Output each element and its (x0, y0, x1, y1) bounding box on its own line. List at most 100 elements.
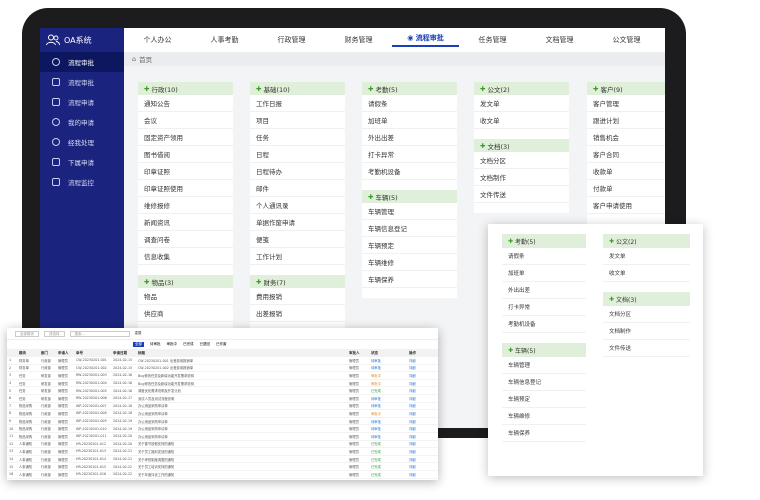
workflow-link[interactable]: 收文单 (603, 265, 690, 282)
workflow-link[interactable]: 印章证照使用 (138, 180, 233, 197)
detail-link[interactable]: 详细 (409, 419, 434, 424)
workflow-link[interactable]: 印章证照 (138, 163, 233, 180)
workflow-link[interactable]: 出差报销 (250, 305, 345, 322)
workflow-link[interactable]: 销售机会 (587, 129, 665, 146)
table-row[interactable]: 10 物品采购 行政部 管理员 WP-20230201-010 2024-02-19 办公用… (7, 425, 438, 433)
workflow-link[interactable]: 外出出差 (362, 129, 457, 146)
sidebar-item-workflow-approval-header[interactable]: 流程审批 (40, 52, 124, 72)
table-row[interactable]: 12 人事通知 行政部 管理员 HR-20230201-012 2024-02-20 关于春… (7, 441, 438, 449)
workflow-link[interactable]: 客户管理 (587, 95, 665, 112)
table-row[interactable]: 13 人事通知 行政部 管理员 HR-20230201-013 2024-02-21 关于员… (7, 448, 438, 456)
nav-document-management[interactable]: 文档管理 (526, 35, 593, 45)
workflow-link[interactable]: 个人通讯录 (250, 197, 345, 214)
table-row[interactable]: 6 任务 研发部 管理员 RW-20230201-006 2024-02-17 测试人员及测… (7, 395, 438, 403)
workflow-link[interactable]: 会议 (138, 112, 233, 129)
workflow-link[interactable]: 工作日报 (250, 95, 345, 112)
table-row[interactable]: 1 财务单 行政部 管理员 CW-20230201-001 2024-02-15 CW-20… (7, 357, 438, 365)
workflow-link[interactable]: 收款单 (587, 163, 665, 180)
detail-link[interactable]: 详细 (409, 365, 434, 370)
workflow-link[interactable]: 车辆保养 (362, 271, 457, 288)
table-row[interactable]: 17人事通知行政部管理员HR-20230201-0172024-02-23关于办… (7, 479, 438, 481)
reset-button[interactable]: 重置 (135, 331, 142, 336)
workflow-link[interactable]: 通知公告 (138, 95, 233, 112)
sidebar-item-workflow-approval[interactable]: 流程审批 (40, 72, 124, 92)
workflow-link[interactable]: 发文单 (603, 248, 690, 265)
workflow-link[interactable]: 文档制作 (474, 169, 569, 186)
workflow-link[interactable]: 文件传送 (474, 186, 569, 203)
workflow-link[interactable]: 发文单 (474, 95, 569, 112)
nav-finance[interactable]: 财务管理 (325, 35, 392, 45)
detail-link[interactable]: 详细 (409, 411, 434, 416)
detail-link[interactable]: 详细 (409, 457, 434, 462)
workflow-link[interactable]: 打卡异常 (502, 299, 586, 316)
table-tab[interactable]: 待审批 (150, 342, 161, 347)
nav-administration[interactable]: 行政管理 (258, 35, 325, 45)
sidebar-item-handled-by-me[interactable]: 经我处理 (40, 132, 124, 152)
workflow-link[interactable]: 请假条 (362, 95, 457, 112)
sidebar-item-workflow-monitor[interactable]: 流程监控 (40, 172, 124, 192)
workflow-link[interactable]: 车辆管理 (502, 357, 586, 374)
workflow-link[interactable]: 工作计划 (250, 248, 345, 265)
workflow-link[interactable]: 加班单 (362, 112, 457, 129)
table-tab[interactable]: 已退回 (200, 342, 211, 347)
workflow-link[interactable]: 项目 (250, 112, 345, 129)
detail-link[interactable]: 详细 (409, 388, 434, 393)
workflow-link[interactable]: 请假条 (502, 248, 586, 265)
workflow-link[interactable]: 日程待办 (250, 163, 345, 180)
nav-task-management[interactable]: 任务管理 (459, 35, 526, 45)
workflow-link[interactable]: 固定资产领用 (138, 129, 233, 146)
nav-workflow-approval[interactable]: ◉ 流程审批 (392, 33, 459, 47)
table-row[interactable]: 11 物品采购 行政部 管理员 WP-20230201-011 2024-02-20 办公用… (7, 433, 438, 441)
detail-link[interactable]: 详细 (409, 449, 434, 454)
table-tab[interactable]: 全部 (133, 342, 144, 347)
table-row[interactable]: 3 任务 研发部 管理员 RW-20230201-003 2024-02-16 Bug修改任… (7, 372, 438, 380)
workflow-link[interactable]: 客户合同 (587, 146, 665, 163)
workflow-link[interactable]: 车辆维修 (362, 254, 457, 271)
workflow-link[interactable]: 图书借阅 (138, 146, 233, 163)
workflow-link[interactable]: 调查问卷 (138, 231, 233, 248)
workflow-link[interactable]: 车辆管理 (362, 203, 457, 220)
table-row[interactable]: 4 任务 研发部 管理员 RW-20230201-004 2024-02-16 Bug修改任… (7, 380, 438, 388)
workflow-link[interactable]: 车辆保养 (502, 425, 586, 442)
workflow-link[interactable]: 收文单 (474, 112, 569, 129)
detail-link[interactable]: 详细 (409, 426, 434, 431)
workflow-link[interactable]: 客户申请使用 (587, 197, 665, 214)
detail-link[interactable]: 详细 (409, 441, 434, 446)
table-row[interactable]: 14 人事通知 行政部 管理员 HR-20230201-014 2024-02-21 关于考… (7, 456, 438, 464)
module-filter-select[interactable]: 全部模块 (15, 330, 39, 337)
workflow-link[interactable]: 车辆信息登记 (502, 374, 586, 391)
detail-link[interactable]: 详细 (409, 381, 434, 386)
workflow-link[interactable]: 车辆信息登记 (362, 220, 457, 237)
workflow-link[interactable]: 付款单 (587, 180, 665, 197)
workflow-link[interactable]: 文档分区 (474, 152, 569, 169)
sidebar-item-my-applications[interactable]: 我的申请 (40, 112, 124, 132)
table-tab[interactable]: 已完成 (183, 342, 194, 347)
detail-link[interactable]: 详细 (409, 434, 434, 439)
workflow-link[interactable]: 物品 (138, 288, 233, 305)
workflow-link[interactable]: 文档分区 (603, 306, 690, 323)
workflow-link[interactable]: 便笺 (250, 231, 345, 248)
table-row[interactable]: 2 财务单 行政部 管理员 CW-20230201-002 2024-02-15 CW-20… (7, 365, 438, 373)
workflow-link[interactable]: 考勤机设备 (362, 163, 457, 180)
status-filter-select[interactable]: 请选择 (44, 330, 65, 337)
search-input[interactable]: 搜索… (69, 330, 130, 337)
workflow-link[interactable]: 信息收集 (138, 248, 233, 265)
workflow-link[interactable]: 车辆预定 (362, 237, 457, 254)
table-row[interactable]: 15 人事通知 行政部 管理员 HR-20230201-015 2024-02-22 关于员… (7, 463, 438, 471)
workflow-link[interactable]: 任务 (250, 129, 345, 146)
table-row[interactable]: 9 物品采购 行政部 管理员 WP-20230201-009 2024-02-19 办公用品… (7, 418, 438, 426)
nav-official-documents[interactable]: 公文管理 (593, 35, 660, 45)
table-tab[interactable]: 审批中 (167, 342, 178, 347)
workflow-link[interactable]: 文件传送 (603, 340, 690, 357)
workflow-link[interactable]: 日程 (250, 146, 345, 163)
detail-link[interactable]: 详细 (409, 358, 434, 363)
breadcrumb-home[interactable]: 首页 (139, 54, 152, 64)
detail-link[interactable]: 详细 (409, 373, 434, 378)
workflow-link[interactable]: 跟进计划 (587, 112, 665, 129)
workflow-link[interactable]: 新闻资讯 (138, 214, 233, 231)
workflow-link[interactable]: 供应商 (138, 305, 233, 322)
workflow-link[interactable]: 车辆预定 (502, 391, 586, 408)
workflow-link[interactable]: 考勤机设备 (502, 316, 586, 333)
sidebar-item-workflow-apply[interactable]: 流程申请 (40, 92, 124, 112)
nav-hr-attendance[interactable]: 人事考勤 (191, 35, 258, 45)
